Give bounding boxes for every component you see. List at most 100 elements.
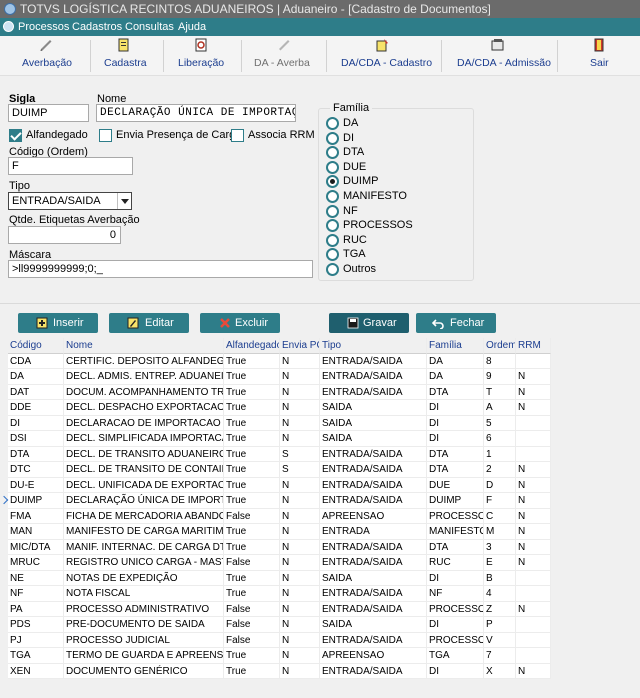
- table-row[interactable]: DUIMPDECLARAÇÃO ÚNICA DE IMPORTAÇÃOTrueN…: [8, 493, 640, 509]
- etiquetas-input[interactable]: 0: [8, 226, 121, 244]
- column-header[interactable]: Envia PC: [280, 338, 320, 354]
- radio-button[interactable]: [326, 233, 339, 247]
- table-cell: [516, 648, 551, 664]
- radio-button[interactable]: [326, 160, 339, 174]
- table-cell: N: [280, 508, 320, 524]
- table-cell: True: [224, 353, 280, 369]
- radio-button[interactable]: [326, 219, 339, 232]
- cadastra-button[interactable]: Cadastra: [100, 36, 148, 76]
- radio-button[interactable]: [326, 190, 339, 203]
- table-cell: N: [280, 477, 320, 493]
- table-cell: 6: [484, 431, 516, 447]
- codigo-input[interactable]: F: [8, 157, 133, 175]
- menu-cadastros[interactable]: Cadastros: [72, 18, 122, 36]
- table-cell: X: [484, 663, 516, 679]
- table-row[interactable]: MRUCREGISTRO UNICO CARGA - MASTERFalseNE…: [8, 555, 640, 571]
- menu-processos[interactable]: Processos: [18, 18, 69, 36]
- table-cell: N: [516, 601, 551, 617]
- table-row[interactable]: PDS PRE-DOCUMENTO DE SAIDA False N SAIDA DI P: [8, 617, 640, 633]
- table-row[interactable]: MIC/DTA MANIF. INTERNAC. DE CARGA DTA True…: [8, 539, 640, 555]
- menu-consultas[interactable]: Consultas: [125, 18, 174, 36]
- table-row[interactable]: XEN DOCUMENTO GENÉRICO True N ENTRADA/SAIDA D…: [8, 663, 640, 679]
- table-cell: ENTRADA/SAIDA: [320, 477, 427, 493]
- table-cell: [516, 446, 551, 462]
- table-row[interactable]: DTA DECL. DE TRANSITO ADUANEIRO True S ENTRA…: [8, 446, 640, 462]
- column-header[interactable]: Nome: [64, 338, 224, 354]
- gravar-button[interactable]: Gravar: [329, 313, 409, 333]
- table-row[interactable]: DATDOCUM. ACOMPANHAMENTO TRANSITOTrueNEN…: [8, 384, 640, 400]
- column-header[interactable]: Ordem: [484, 338, 516, 354]
- table-cell: True: [224, 384, 280, 400]
- table-cell: True: [224, 663, 280, 679]
- table-cell: DECL. UNIFICADA DE EXPORTACAO: [64, 477, 224, 493]
- nome-input[interactable]: DECLARAÇÃO ÚNICA DE IMPORTAÇÃO: [96, 104, 296, 122]
- table-cell: True: [224, 524, 280, 540]
- table-cell: N: [280, 663, 320, 679]
- da-cda-admissao-button[interactable]: DA/CDA - Admissão: [454, 36, 551, 76]
- table-cell: N: [280, 415, 320, 431]
- table-cell: DI: [427, 617, 484, 633]
- radio-button[interactable]: [326, 146, 339, 159]
- da-cda-cadastro-button[interactable]: DA/CDA - Cadastro: [338, 36, 432, 76]
- inserir-button[interactable]: Inserir: [18, 313, 98, 333]
- table-row[interactable]: DSI DECL. SIMPLIFICADA IMPORTACAO True N SAI…: [8, 431, 640, 447]
- familia-option-label: Outros: [343, 262, 377, 275]
- radio-button[interactable]: [326, 262, 339, 276]
- table-row[interactable]: MAN MANIFESTO DE CARGA MARITIMO True N ENTRA…: [8, 524, 640, 540]
- table-cell: [516, 415, 551, 431]
- familia-title: Família: [330, 102, 373, 114]
- table-cell: True: [224, 415, 280, 431]
- da-averba-button[interactable]: DA - Averba: [250, 36, 312, 76]
- radio-button[interactable]: [326, 175, 339, 188]
- table-row[interactable]: DI DECLARACAO DE IMPORTACAO True N SAIDA DI 5: [8, 415, 640, 431]
- table-row[interactable]: TGA TERMO DE GUARDA E APREENSÃO True N APREE…: [8, 648, 640, 664]
- column-header[interactable]: Código: [8, 338, 64, 354]
- table-cell: DI: [427, 431, 484, 447]
- table-row[interactable]: FMAFICHA DE MERCADORIA ABANDONADAFalseNA…: [8, 508, 640, 524]
- table-row[interactable]: DTCDECL. DE TRANSITO DE CONTAINERTrueSEN…: [8, 462, 640, 478]
- table-cell: ENTRADA/SAIDA: [320, 586, 427, 602]
- table-row[interactable]: DDE DECL. DESPACHO EXPORTACAO True N SAIDA DI…: [8, 400, 640, 416]
- mascara-input[interactable]: >ll9999999999;0;_: [8, 260, 313, 278]
- alfandegado-checkbox[interactable]: [9, 129, 22, 142]
- table-row[interactable]: CDACERTIFIC. DEPOSITO ALFANDEGADOTrueNEN…: [8, 353, 640, 369]
- table-cell: DA: [427, 353, 484, 369]
- sair-button[interactable]: Sair: [584, 36, 614, 76]
- column-header[interactable]: Alfandegado: [224, 338, 280, 354]
- fechar-button[interactable]: Fechar: [416, 313, 496, 333]
- table-cell: N: [280, 632, 320, 648]
- column-header[interactable]: Tipo: [320, 338, 427, 354]
- table-row[interactable]: NF NOTA FISCAL True N ENTRADA/SAIDA NF 4: [8, 586, 640, 602]
- column-header[interactable]: Família: [427, 338, 484, 354]
- table-cell: PROCESSOS: [427, 632, 484, 648]
- table-row[interactable]: NE NOTAS DE EXPEDIÇÃO True N SAIDA DI B: [8, 570, 640, 586]
- excluir-button[interactable]: Excluir: [200, 313, 280, 333]
- table-cell: PRE-DOCUMENTO DE SAIDA: [64, 617, 224, 633]
- divider: [0, 303, 640, 304]
- table-cell: CERTIFIC. DEPOSITO ALFANDEGADO: [64, 353, 224, 369]
- editar-button[interactable]: Editar: [109, 313, 189, 333]
- table-cell: DDE: [8, 400, 64, 416]
- table-cell: FMA: [8, 508, 64, 524]
- radio-button[interactable]: [326, 204, 339, 218]
- etiquetas-label: Qtde. Etiquetas Averbação: [9, 214, 140, 226]
- column-header[interactable]: RRM: [516, 338, 551, 354]
- sigla-input[interactable]: DUIMP: [8, 104, 89, 122]
- associa-rrm-checkbox[interactable]: [231, 129, 244, 142]
- radio-button[interactable]: [326, 248, 339, 261]
- table-row[interactable]: DU-E DECL. UNIFICADA DE EXPORTACAO True N EN…: [8, 477, 640, 493]
- tipo-select[interactable]: ENTRADA/SAIDA: [8, 192, 132, 210]
- envia-presenca-checkbox[interactable]: [99, 129, 112, 142]
- liberacao-button[interactable]: Liberação: [173, 36, 227, 76]
- averbacao-button[interactable]: Averbação: [20, 36, 72, 76]
- table-cell: V: [484, 632, 516, 648]
- menu-ajuda[interactable]: Ajuda: [178, 18, 206, 36]
- table-cell: REGISTRO UNICO CARGA - MASTER: [64, 555, 224, 571]
- table-cell: False: [224, 617, 280, 633]
- table-row[interactable]: DA DECL. ADMIS. ENTREP. ADUANEIRO True N ENT…: [8, 369, 640, 385]
- table-row[interactable]: PJ PROCESSO JUDICIAL False N ENTRADA/SAIDA PR…: [8, 632, 640, 648]
- radio-button[interactable]: [326, 131, 339, 145]
- da-cda-cadastro-icon: [376, 39, 388, 52]
- table-row[interactable]: PA PROCESSO ADMINISTRATIVO False N ENTRADA/S…: [8, 601, 640, 617]
- radio-button[interactable]: [326, 117, 339, 130]
